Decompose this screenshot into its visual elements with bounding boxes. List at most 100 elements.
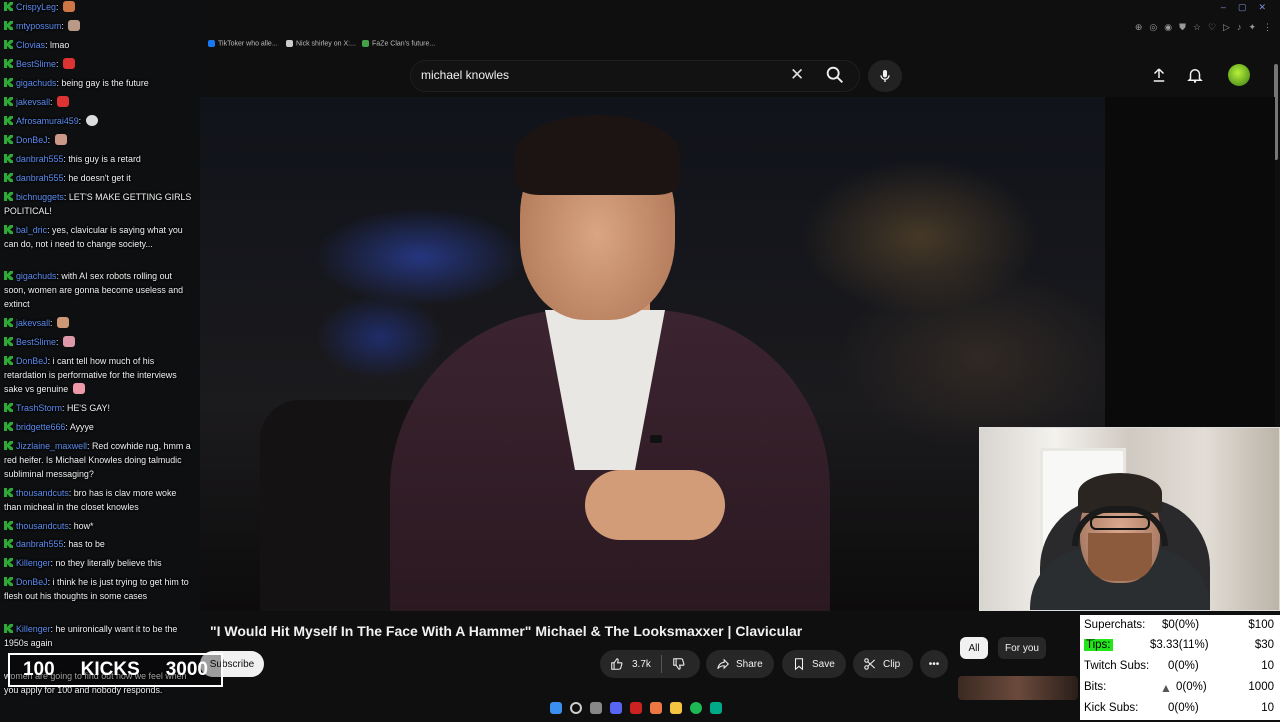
bits-icon: ▲ xyxy=(1160,681,1172,695)
chrome-icon[interactable] xyxy=(650,702,662,714)
heart-icon[interactable]: ♡ xyxy=(1208,22,1216,33)
task-view-icon[interactable] xyxy=(590,702,602,714)
kick-badge-icon xyxy=(4,488,13,497)
more-icon: ••• xyxy=(928,658,940,670)
voice-search-button[interactable] xyxy=(868,60,902,92)
chat-message: DonBeJ: i cant tell how much of his reta… xyxy=(4,356,177,394)
kick-badge-icon xyxy=(4,78,13,87)
volume-icon[interactable]: ♪ xyxy=(1237,22,1242,33)
recommended-thumbnail[interactable] xyxy=(958,676,1078,700)
minimize-icon[interactable]: – xyxy=(1221,2,1226,13)
share-button[interactable]: Share xyxy=(706,650,774,678)
spotify-icon[interactable] xyxy=(690,702,702,714)
video-frame-hair xyxy=(515,115,680,195)
kick-badge-icon xyxy=(4,173,13,182)
kicks-goal-bar: 100 KICKS 3000 xyxy=(8,653,223,687)
stat-label: Kick Subs: xyxy=(1084,702,1139,714)
chat-message: bridgette666: Ayyye xyxy=(4,420,192,434)
close-window-icon[interactable]: ✕ xyxy=(1258,2,1266,13)
window-controls: – ▢ ✕ xyxy=(1221,2,1266,13)
bookmark-1[interactable]: TikToker who alle... xyxy=(208,40,278,47)
extensions-bar: ⊕ ◎ ◉ ⛊ ☆ ♡ ▷ ♪ ✦ ⋮ xyxy=(1135,22,1272,33)
kick-badge-icon xyxy=(4,59,13,68)
app-icon[interactable] xyxy=(630,702,642,714)
chat-message: DonBeJ: i think he is just trying to get… xyxy=(4,577,189,601)
upload-icon[interactable] xyxy=(1150,66,1168,84)
chat-message: gigachuds: with AI sex robots rolling ou… xyxy=(4,271,184,309)
lapel-mic xyxy=(650,435,662,443)
play-icon[interactable]: ▷ xyxy=(1223,22,1230,33)
kick-badge-icon xyxy=(4,318,13,327)
like-button[interactable]: 3.7k xyxy=(600,650,661,678)
facebook-icon xyxy=(208,40,215,47)
chat-text: Ayyye xyxy=(69,422,94,432)
chat-username: Killenger xyxy=(16,624,51,634)
chat-username: bichnuggets xyxy=(16,192,64,202)
chat-overlay: CrispyLeg: mtypossum: Clovias: lmao Best… xyxy=(0,0,200,720)
chat-text: no they literally believe this xyxy=(55,558,162,568)
search-input[interactable]: michael knowles xyxy=(421,68,509,82)
chat-message: jakevsall: xyxy=(4,316,192,330)
chat-message: thousandcuts: bro has is clav more woke … xyxy=(4,488,177,512)
emote-icon xyxy=(56,96,69,107)
chat-text: HE'S GAY! xyxy=(66,403,110,413)
chat-message: Killenger: he unironically want it to be… xyxy=(4,624,178,648)
chat-message: TrashStorm: HE'S GAY! xyxy=(4,401,192,415)
stat-kick-subs: Kick Subs: 0(0%) 10 xyxy=(1084,702,1274,722)
save-button[interactable]: Save xyxy=(782,650,846,678)
zoom-icon[interactable]: ⊕ xyxy=(1135,22,1143,33)
bookmark-3[interactable]: FaZe Clan's future... xyxy=(362,40,435,47)
menu-icon[interactable]: ⋮ xyxy=(1263,22,1272,33)
chat-text: how* xyxy=(73,521,94,531)
clear-search-icon[interactable]: ✕ xyxy=(790,65,804,85)
discord-icon[interactable] xyxy=(610,702,622,714)
star-icon[interactable]: ☆ xyxy=(1193,22,1201,33)
chat-message: danbrah555: this guy is a retard xyxy=(4,152,192,166)
windows-start-icon[interactable] xyxy=(550,702,562,714)
chat-username: BestSlime xyxy=(16,59,56,69)
chat-message: bal_dric: yes, clavicular is saying what… xyxy=(4,225,183,249)
chat-username: thousandcuts xyxy=(16,488,69,498)
chip-for-you[interactable]: For you xyxy=(998,637,1046,659)
extension-icon[interactable]: ◎ xyxy=(1149,22,1157,33)
chat-username: bridgette666 xyxy=(16,422,66,432)
mic-icon xyxy=(880,70,890,82)
chat-username: danbrah555 xyxy=(16,173,64,183)
shield-icon[interactable]: ⛊ xyxy=(1179,22,1186,33)
kick-badge-icon xyxy=(4,577,13,586)
kick-badge-icon xyxy=(4,225,13,234)
chat-username: danbrah555 xyxy=(16,154,64,164)
folder-icon[interactable] xyxy=(670,702,682,714)
xbox-icon[interactable] xyxy=(710,702,722,714)
kick-badge-icon xyxy=(4,271,13,280)
stat-goal: $100 xyxy=(1248,619,1274,631)
emote-icon xyxy=(85,115,98,126)
account-avatar[interactable] xyxy=(1228,64,1250,86)
extension-icon[interactable]: ◉ xyxy=(1164,22,1172,33)
stat-twitch-subs: Twitch Subs: 0(0%) 10 xyxy=(1084,660,1274,680)
dislike-button[interactable] xyxy=(662,650,696,678)
clip-button[interactable]: Clip xyxy=(853,650,913,678)
search-icon[interactable] xyxy=(824,64,846,86)
chat-message: CrispyLeg: xyxy=(4,0,192,14)
video-player[interactable] xyxy=(200,97,1105,611)
chat-username: mtypossum xyxy=(16,21,62,31)
chat-text: he doesn't get it xyxy=(68,173,131,183)
stat-label: Tips: xyxy=(1084,639,1113,651)
bookmark-2[interactable]: Nick shirley on X:... xyxy=(286,40,356,47)
maximize-icon[interactable]: ▢ xyxy=(1238,2,1247,13)
x-icon xyxy=(286,40,293,47)
kick-badge-icon xyxy=(4,154,13,163)
chat-message: jakevsall: xyxy=(4,95,192,109)
chat-message: gigachuds: being gay is the future xyxy=(4,76,192,90)
more-actions-button[interactable]: ••• xyxy=(920,650,948,678)
search-icon[interactable] xyxy=(570,702,582,714)
puzzle-icon[interactable]: ✦ xyxy=(1248,22,1256,33)
stat-goal: 1000 xyxy=(1248,681,1274,693)
chip-all[interactable]: All xyxy=(960,637,988,659)
chat-message: BestSlime: xyxy=(4,57,192,71)
chat-username: danbrah555 xyxy=(16,539,64,549)
emote-icon xyxy=(72,383,85,394)
chat-text: has to be xyxy=(68,539,105,549)
bell-icon[interactable] xyxy=(1186,66,1204,84)
